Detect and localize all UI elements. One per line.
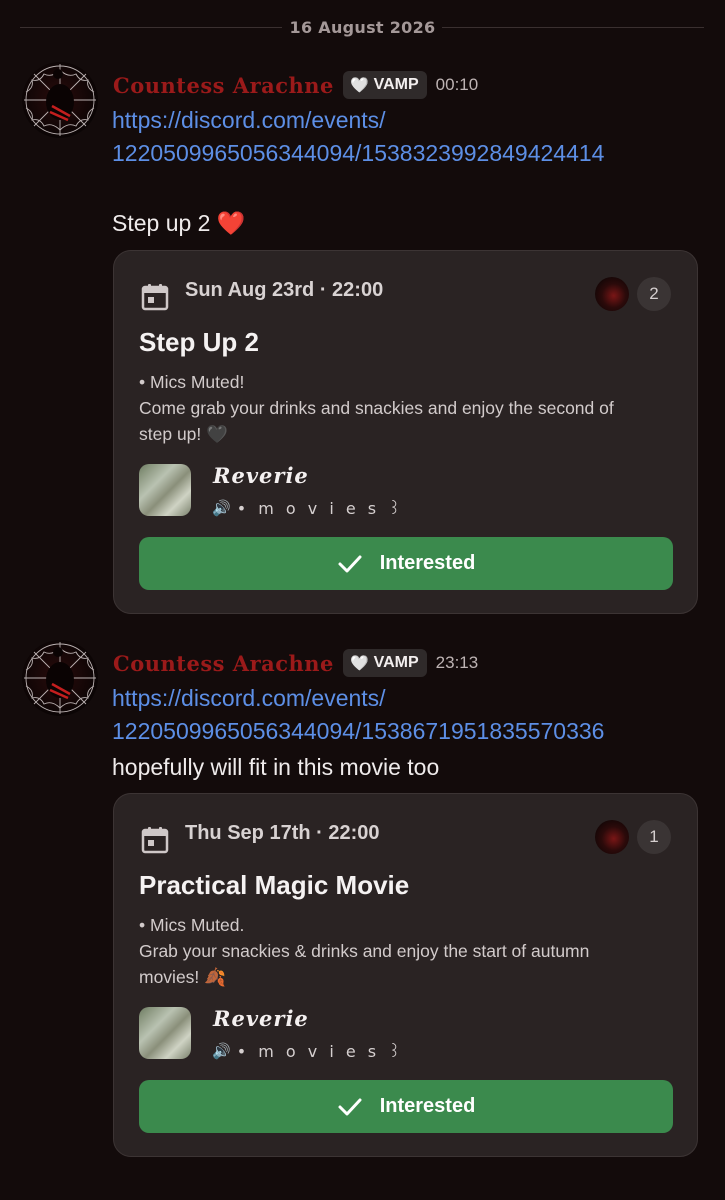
voice-channel-icon: 🔊 [212,1041,231,1060]
divider-left [20,27,282,28]
event-channel: 🔊 • m o v i e s ꒱ [212,497,405,519]
role-tag-label: VAMP [373,76,419,93]
divider-right [442,27,704,28]
user-avatar[interactable] [22,62,98,138]
message-text-body: Step up 2 [112,210,211,236]
spider-web-avatar-icon [24,642,96,714]
event-link-line2[interactable]: 1220509965056344094/1538323992849424414 [112,137,604,170]
username[interactable]: Countess Arachne [113,73,334,98]
event-description-line: Come grab your drinks and snackies and e… [139,398,614,418]
interested-button-label: Interested [379,1095,476,1117]
checkmark-icon [338,1098,362,1115]
spider-web-avatar-icon [24,64,96,136]
role-tag-label: VAMP [373,654,419,671]
message-text: hopefully will fit in this movie too [112,751,439,784]
event-channel: 🔊 • m o v i e s ꒱ [212,1040,405,1062]
message-header: Countess Arachne 🤍 VAMP 23:13 [113,648,478,678]
event-card[interactable]: Thu Sep 17th · 22:00 1 Practical Magic M… [113,793,698,1157]
event-link[interactable]: https://discord.com/events/ 122050996505… [112,104,604,170]
interested-button-label: Interested [379,552,476,574]
interested-count-badge[interactable]: 2 [637,277,671,311]
calendar-icon [141,827,169,854]
event-description-line: • Mics Muted! [139,372,245,392]
event-description-line: Grab your snackies & drinks and enjoy th… [139,941,590,961]
server-name: Reverie [213,1006,309,1031]
event-link-line1[interactable]: https://discord.com/events/ [112,682,604,715]
event-link-line1[interactable]: https://discord.com/events/ [112,104,604,137]
event-datetime: Sun Aug 23rd · 22:00 [185,279,384,301]
server-icon[interactable] [139,464,191,516]
message-text: Step up 2 ❤️ [112,207,246,240]
timestamp: 23:13 [435,653,479,672]
interested-count-badge[interactable]: 1 [637,820,671,854]
interested-user-avatar [595,820,629,854]
date-separator: 16 August 2026 [0,14,725,40]
event-link-line2[interactable]: 1220509965056344094/1538671951835570336 [112,715,604,748]
interested-button[interactable]: Interested [139,1080,673,1133]
red-heart-icon: ❤️ [216,210,246,236]
event-description-line: • Mics Muted. [139,915,245,935]
user-avatar[interactable] [22,640,98,716]
username[interactable]: Countess Arachne [113,651,334,676]
event-card[interactable]: Sun Aug 23rd · 22:00 2 Step Up 2 • Mics … [113,250,698,614]
event-description: • Mics Muted! Come grab your drinks and … [139,369,679,447]
event-title: Practical Magic Movie [139,870,410,900]
role-tag[interactable]: 🤍 VAMP [342,71,427,99]
event-description: • Mics Muted. Grab your snackies & drink… [139,912,679,990]
calendar-icon [141,284,169,311]
event-description-line: movies! 🍂 [139,967,226,987]
role-tag[interactable]: 🤍 VAMP [342,649,427,677]
server-name: Reverie [213,463,309,488]
interested-user-avatar [595,277,629,311]
timestamp: 00:10 [435,75,479,94]
channel-name: • m o v i e s ꒱ [236,499,405,518]
voice-channel-icon: 🔊 [212,498,231,517]
event-description-line: step up! 🖤 [139,424,228,444]
channel-name: • m o v i e s ꒱ [236,1042,405,1061]
event-title: Step Up 2 [139,327,259,357]
message-text-body: hopefully will fit in this movie too [112,754,440,780]
server-icon[interactable] [139,1007,191,1059]
checkmark-icon [338,555,362,572]
interested-button[interactable]: Interested [139,537,673,590]
white-heart-icon: 🤍 [349,654,369,672]
message-header: Countess Arachne 🤍 VAMP 00:10 [113,70,478,100]
event-datetime: Thu Sep 17th · 22:00 [185,822,380,844]
white-heart-icon: 🤍 [349,76,369,94]
event-link[interactable]: https://discord.com/events/ 122050996505… [112,682,604,748]
date-label: 16 August 2026 [289,17,436,37]
